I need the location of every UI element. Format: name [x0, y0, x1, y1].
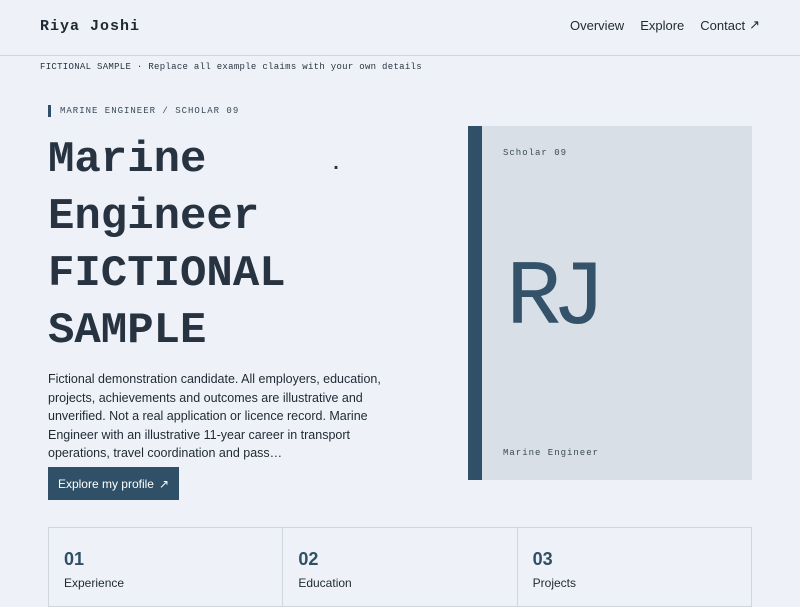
explore-profile-button[interactable]: Explore my profile ↗ — [48, 467, 179, 500]
nav-explore[interactable]: Explore — [640, 17, 684, 33]
fictional-notice: FICTIONAL SAMPLE · Replace all example c… — [40, 62, 422, 72]
stat-projects[interactable]: 03 Projects — [518, 528, 751, 606]
stat-label: Education — [298, 576, 352, 590]
headline-line: FICTIONAL — [48, 249, 286, 299]
hero-headline: Marine Engineer FICTIONAL SAMPLE · — [48, 132, 468, 360]
site-header: Riya Joshi Overview Explore Contact ↗ — [0, 0, 800, 56]
arrow-up-right-icon: ↗ — [158, 476, 170, 491]
monogram: RJ — [506, 246, 606, 351]
main-nav: Overview Explore Contact ↗ — [570, 17, 760, 33]
hero-intro: Fictional demonstration candidate. All e… — [48, 372, 381, 460]
stat-label: Projects — [532, 576, 577, 590]
explore-profile-label: Explore my profile — [57, 476, 154, 491]
stats-row: 01 Experience 02 Education 03 Projects — [48, 527, 752, 607]
card-top-label: Scholar 09 — [503, 148, 568, 158]
headline-line: Engineer — [48, 192, 260, 242]
card-bottom-label: Marine Engineer — [503, 448, 600, 458]
nav-contact[interactable]: Contact ↗ — [700, 17, 760, 33]
stat-education[interactable]: 02 Education — [283, 528, 518, 606]
stat-number: 02 — [298, 549, 319, 569]
nav-overview[interactable]: Overview — [570, 17, 624, 33]
hero-eyebrow: MARINE ENGINEER / SCHOLAR 09 — [48, 105, 239, 117]
arrow-up-right-icon: ↗ — [749, 17, 760, 32]
profile-card: Scholar 09 RJ Marine Engineer — [468, 126, 752, 480]
stat-number: 01 — [64, 549, 85, 569]
headline-line: Marine — [48, 135, 207, 185]
nav-overview-label: Overview — [570, 17, 625, 33]
stat-label: Experience — [64, 576, 125, 590]
headline-dot: · — [330, 157, 343, 180]
brand-name[interactable]: Riya Joshi — [40, 18, 140, 35]
nav-contact-label: Contact — [700, 17, 746, 33]
card-accent-bar — [468, 126, 482, 480]
stat-number: 03 — [532, 549, 553, 569]
nav-explore-label: Explore — [640, 17, 685, 33]
stat-experience[interactable]: 01 Experience — [49, 528, 284, 606]
headline-line: SAMPLE — [48, 306, 207, 356]
